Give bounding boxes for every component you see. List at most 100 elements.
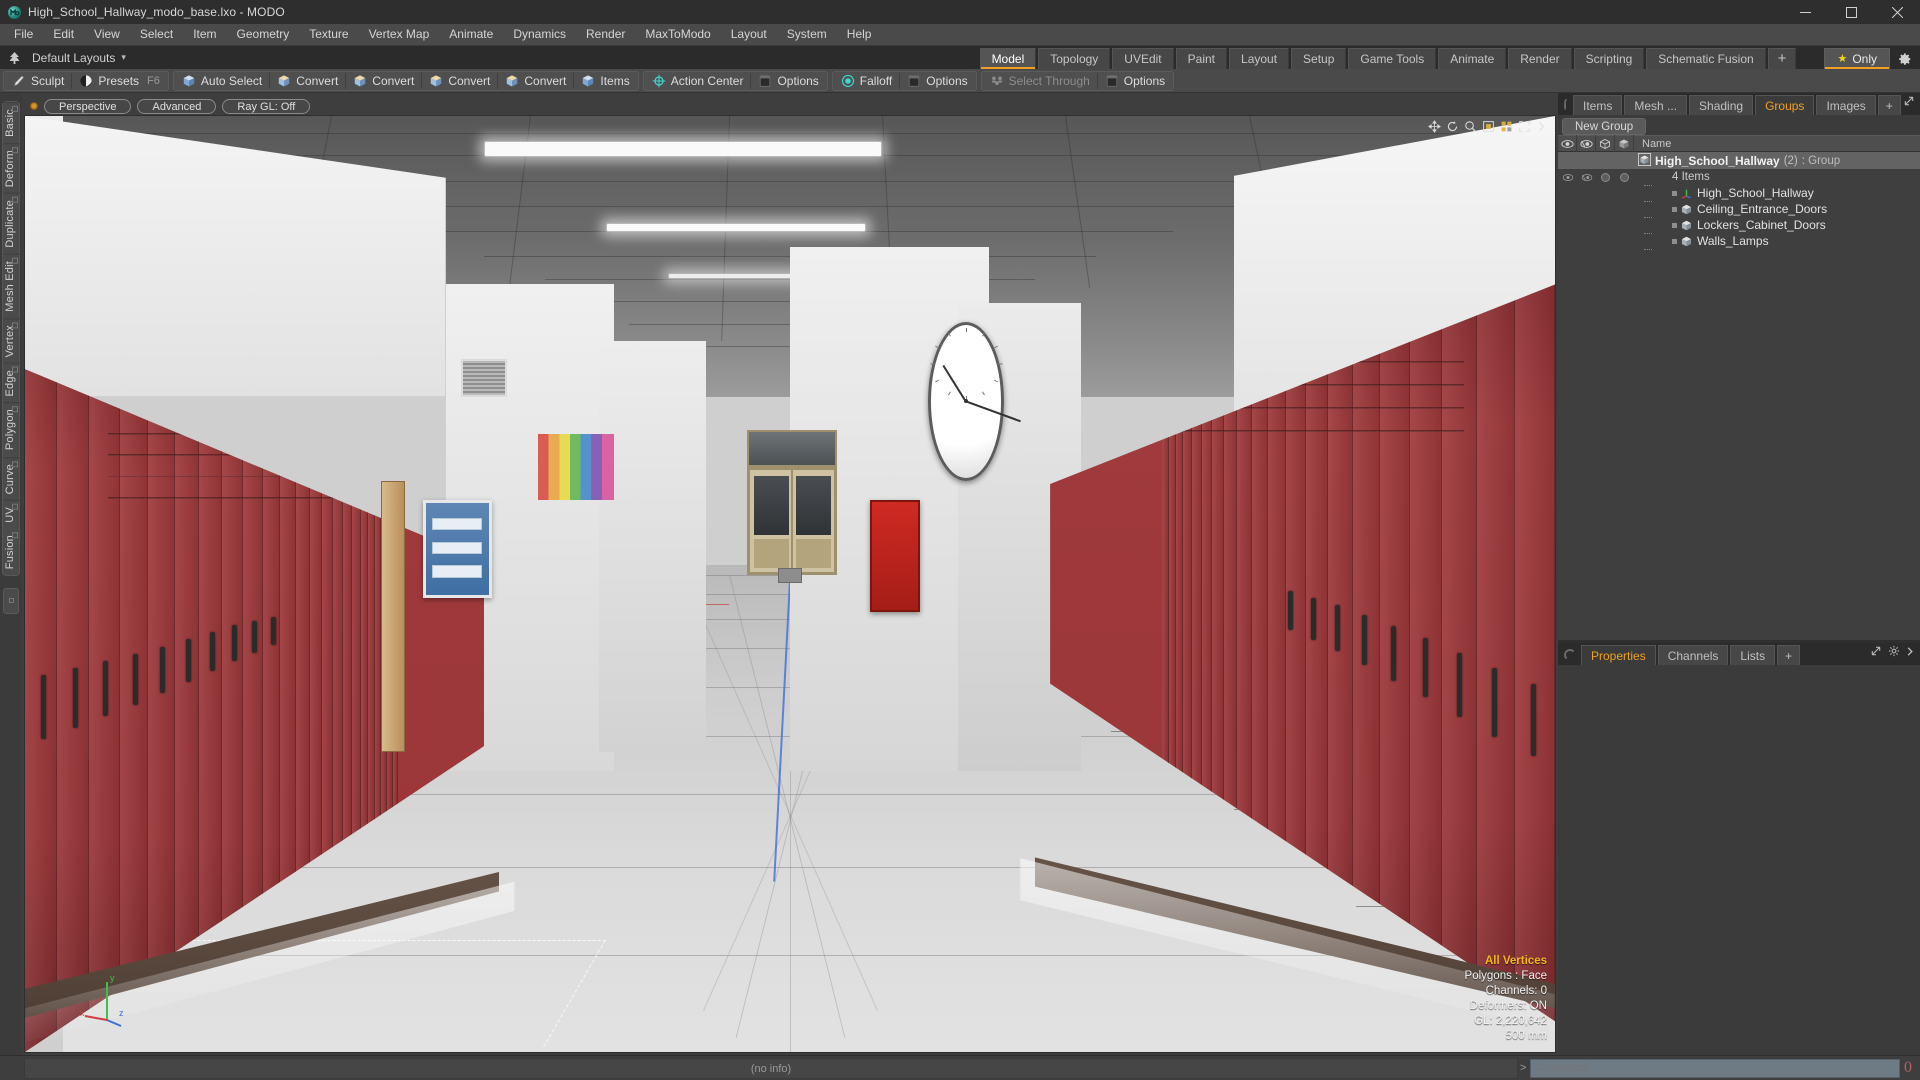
tab-images[interactable]: Images — [1816, 95, 1876, 115]
groups-tree[interactable]: High_School_Hallway (2) : Group 4 Items … — [1558, 152, 1920, 640]
rail-tab-edge[interactable]: Edge — [3, 362, 21, 403]
more-icon[interactable] — [1536, 120, 1549, 133]
menu-select[interactable]: Select — [130, 24, 183, 45]
tree-row-item-4[interactable]: Walls_Lamps — [1558, 233, 1920, 250]
menu-file[interactable]: File — [4, 24, 43, 45]
row-eye-toggle[interactable] — [1558, 169, 1577, 185]
properties-menu-icon[interactable] — [1564, 648, 1576, 661]
tab-model[interactable]: Model — [979, 48, 1037, 69]
menu-maxtomodo[interactable]: MaxToModo — [635, 24, 720, 45]
expand-icon[interactable] — [1870, 644, 1882, 662]
menu-layout[interactable]: Layout — [721, 24, 777, 45]
layout-selector[interactable]: Default Layouts ▾ — [0, 50, 126, 66]
select-through-options-button[interactable]: Options — [1098, 72, 1172, 90]
convert-button-3[interactable]: Convert — [422, 72, 497, 90]
menu-texture[interactable]: Texture — [299, 24, 358, 45]
convert-button-1[interactable]: Convert — [270, 72, 345, 90]
tab-lists[interactable]: Lists — [1730, 644, 1776, 665]
tab-uvedit[interactable]: UVEdit — [1112, 48, 1174, 69]
grid-icon[interactable] — [1500, 120, 1513, 133]
menu-dynamics[interactable]: Dynamics — [503, 24, 576, 45]
tab-groups[interactable]: Groups — [1755, 95, 1815, 115]
tab-animate[interactable]: Animate — [1438, 48, 1507, 69]
menu-geometry[interactable]: Geometry — [227, 24, 300, 45]
tab-schematic-fusion[interactable]: Schematic Fusion — [1646, 48, 1766, 69]
render-visibility-icon[interactable] — [1577, 135, 1596, 152]
properties-add-tab[interactable]: + — [1777, 644, 1801, 665]
gear-icon[interactable] — [1894, 48, 1916, 69]
action-center-button[interactable]: Action Center — [645, 72, 751, 90]
tab-scripting[interactable]: Scripting — [1573, 48, 1645, 69]
tab-properties[interactable]: Properties — [1581, 644, 1656, 665]
rail-tab-curve[interactable]: Curve — [3, 456, 21, 500]
new-group-button[interactable]: New Group — [1562, 117, 1647, 135]
auto-select-button[interactable]: Auto Select — [175, 72, 269, 90]
rail-tab-uv[interactable]: UV — [3, 499, 21, 529]
items-button[interactable]: Items — [574, 72, 636, 90]
chevron-right-icon[interactable] — [1906, 644, 1914, 662]
tab-topology[interactable]: Topology — [1038, 48, 1111, 69]
tab-shading[interactable]: Shading — [1689, 95, 1754, 115]
eye-visibility-icon[interactable] — [1558, 135, 1577, 152]
shaded-icon[interactable] — [1615, 135, 1634, 152]
menu-item[interactable]: Item — [183, 24, 226, 45]
viewport-shading-dropdown[interactable]: Advanced — [137, 98, 217, 114]
menu-animate[interactable]: Animate — [439, 24, 503, 45]
rail-tab-vertex[interactable]: Vertex — [3, 317, 21, 363]
rail-tab-polygon[interactable]: Polygon — [3, 402, 21, 457]
rotate-icon[interactable] — [1446, 120, 1459, 133]
rail-tab-basic[interactable]: Basic — [3, 102, 21, 143]
panel-menu-icon[interactable] — [1564, 99, 1568, 111]
expand-icon[interactable] — [1903, 94, 1915, 112]
viewport-projection-dropdown[interactable]: Perspective — [44, 98, 132, 114]
move-icon[interactable] — [1428, 120, 1441, 133]
minimize-button[interactable] — [1782, 0, 1828, 24]
tree-row-group-header[interactable]: High_School_Hallway (2) : Group — [1558, 152, 1920, 169]
falloff-button[interactable]: Falloff — [834, 72, 899, 90]
close-button[interactable] — [1874, 0, 1920, 24]
viewport-active-dot[interactable] — [30, 102, 38, 110]
maximize-icon[interactable] — [1518, 120, 1531, 133]
falloff-options-button[interactable]: Options — [900, 72, 974, 90]
action-center-options-button[interactable]: Options — [751, 72, 825, 90]
3d-viewport[interactable]: x y z All Vertices Polygons : Face Chann… — [24, 115, 1556, 1053]
menu-edit[interactable]: Edit — [43, 24, 84, 45]
menu-system[interactable]: System — [777, 24, 837, 45]
row-render-toggle[interactable] — [1577, 169, 1596, 185]
menu-help[interactable]: Help — [837, 24, 882, 45]
convert-button-4[interactable]: Convert — [498, 72, 573, 90]
command-input[interactable] — [1530, 1058, 1900, 1078]
menu-view[interactable]: View — [84, 24, 130, 45]
select-through-button[interactable]: Select Through — [983, 72, 1097, 90]
rail-collapse-box[interactable] — [3, 587, 19, 614]
fit-icon[interactable] — [1482, 120, 1495, 133]
convert-button-2[interactable]: Convert — [346, 72, 421, 90]
rail-tab-fusion[interactable]: Fusion — [3, 529, 21, 575]
tree-row-item-2[interactable]: Ceiling_Entrance_Doors — [1558, 201, 1920, 218]
tab-game-tools[interactable]: Game Tools — [1348, 48, 1437, 69]
menu-render[interactable]: Render — [576, 24, 635, 45]
tab-layout[interactable]: Layout — [1229, 48, 1290, 69]
row-wireframe-toggle[interactable] — [1596, 169, 1615, 185]
tab-channels[interactable]: Channels — [1657, 644, 1729, 665]
tab-paint[interactable]: Paint — [1175, 48, 1228, 69]
tree-row-item-1[interactable]: High_School_Hallway — [1558, 185, 1920, 202]
row-shaded-toggle[interactable] — [1615, 169, 1634, 185]
maximize-button[interactable] — [1828, 0, 1874, 24]
wireframe-icon[interactable] — [1596, 135, 1615, 152]
add-tab-button[interactable]: + — [1767, 48, 1797, 69]
right-panel-add-tab[interactable]: + — [1877, 95, 1901, 115]
menu-vertex-map[interactable]: Vertex Map — [359, 24, 440, 45]
gear-icon[interactable] — [1888, 644, 1900, 662]
only-button[interactable]: ★ Only — [1824, 48, 1890, 69]
tab-render[interactable]: Render — [1508, 48, 1572, 69]
presets-button[interactable]: Presets F6 — [72, 72, 167, 90]
viewport-raygl-dropdown[interactable]: Ray GL: Off — [222, 98, 311, 114]
rail-tab-deform[interactable]: Deform — [3, 142, 21, 194]
rail-tab-duplicate[interactable]: Duplicate — [3, 193, 21, 254]
zoom-icon[interactable] — [1464, 120, 1477, 133]
sculpt-button[interactable]: Sculpt — [5, 72, 71, 90]
tab-items[interactable]: Items — [1573, 95, 1623, 115]
tab-mesh[interactable]: Mesh ... — [1624, 95, 1688, 115]
tab-setup[interactable]: Setup — [1291, 48, 1347, 69]
